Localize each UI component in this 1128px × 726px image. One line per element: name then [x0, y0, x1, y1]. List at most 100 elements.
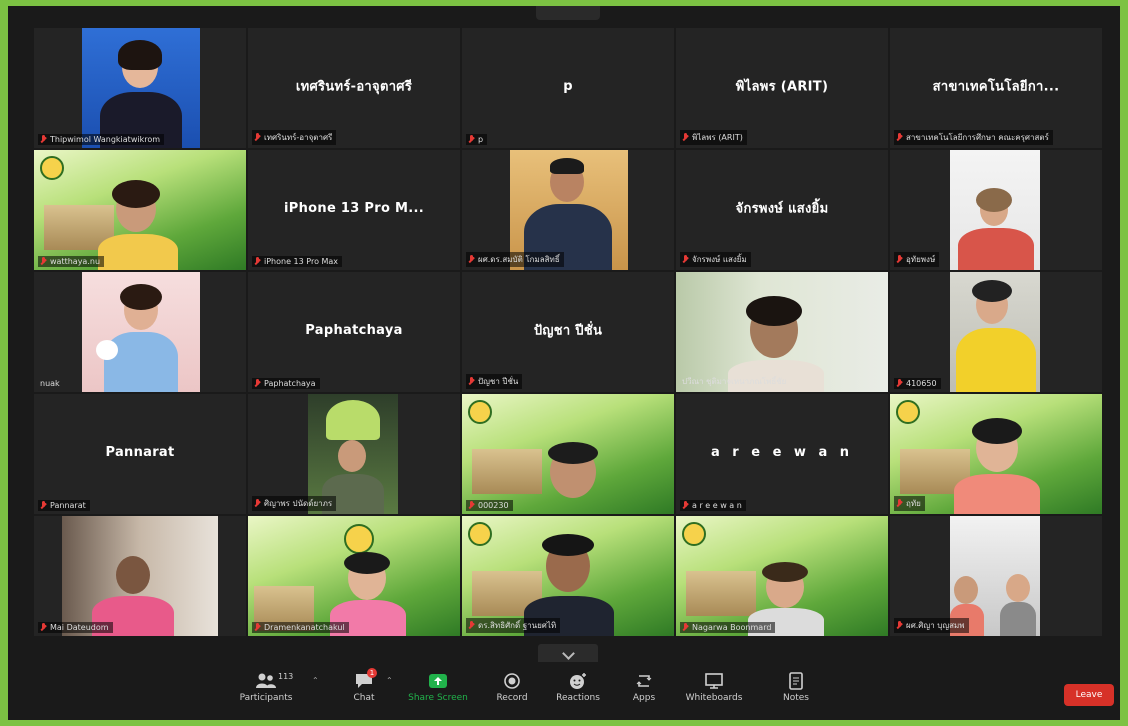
video-tile[interactable]: ศิญาพร ปนัดด์ยาภร	[248, 394, 460, 514]
participant-name-tag: Mai Dateudom	[38, 622, 113, 633]
participant-name-tag: Thipwimol Wangkiatwikrom	[38, 134, 165, 145]
video-tile[interactable]: ดร.สิทธิศักดิ์ ฐานยศไทิ	[462, 516, 674, 636]
video-tile[interactable]: watthaya.nu	[34, 150, 246, 270]
video-tile[interactable]: Dramenkanatchakul	[248, 516, 460, 636]
chat-badge: 1	[367, 668, 377, 678]
video-tile[interactable]: ผศ.ดร.สมบัติ โกมลสิทธิ์	[462, 150, 674, 270]
participant-display-name: เทศรินทร์-อาจุตาศรี	[295, 79, 413, 95]
participant-name-tag: Nagarwa Boonmard	[680, 622, 776, 633]
mic-muted-icon	[40, 623, 47, 632]
participant-name-tag: iPhone 13 Pro Max	[252, 256, 343, 267]
top-handle[interactable]	[536, 6, 600, 20]
participant-name-tag: 000230	[466, 500, 513, 511]
video-tile[interactable]: ปวีณา ชุติมาจเหนาภณโพธิ์ชัย	[676, 272, 888, 392]
participant-display-name: สาขาเทคโนโลยีกา...	[932, 79, 1060, 95]
record-button[interactable]: Record	[482, 672, 542, 703]
participant-name-tag: p	[466, 134, 488, 145]
video-tile[interactable]: 000230	[462, 394, 674, 514]
participant-name: ฤทัย	[906, 499, 921, 508]
participant-video	[248, 516, 460, 636]
video-tile[interactable]: Pannarat Pannarat	[34, 394, 246, 514]
participant-name-tag: ดร.สิทธิศักดิ์ ฐานยศไทิ	[466, 618, 561, 633]
video-tile[interactable]: iPhone 13 Pro M... iPhone 13 Pro Max	[248, 150, 460, 270]
reactions-label: Reactions	[556, 693, 600, 703]
notes-icon	[785, 672, 807, 690]
leave-button[interactable]: Leave	[1064, 684, 1114, 706]
meeting-toolbar: Participants 113 ⌃ 1 Chat ⌃ Share Screen…	[8, 662, 1120, 720]
participant-name: Nagarwa Boonmard	[692, 623, 772, 632]
participant-display-name: a r e e w a n	[710, 445, 853, 460]
participant-display-name: พิไลพร (ARIT)	[735, 79, 829, 95]
mic-muted-icon	[468, 501, 475, 510]
notes-button[interactable]: Notes	[766, 672, 826, 703]
video-tile[interactable]: จักรพงษ์ แสงยิ้ม จักรพงษ์ แสงยิ้ม	[676, 150, 888, 270]
apps-button[interactable]: Apps	[614, 672, 674, 703]
participant-name: อุทัยพงษ์	[906, 255, 936, 264]
chat-caret-icon[interactable]: ⌃	[386, 676, 393, 685]
participant-video	[950, 272, 1040, 392]
video-tile[interactable]: ฤทัย	[890, 394, 1102, 514]
participants-icon	[255, 672, 277, 690]
participant-name-tag: อุทัยพงษ์	[894, 252, 940, 267]
share-screen-icon	[427, 672, 449, 690]
mic-muted-icon	[468, 255, 475, 264]
video-tile[interactable]: a r e e w a n a r e e w a n	[676, 394, 888, 514]
mic-muted-icon	[254, 133, 261, 142]
share-screen-label: Share Screen	[408, 693, 468, 703]
meeting-window: Thipwimol Wangkiatwikrom เทศรินทร์-อาจุต…	[8, 6, 1120, 720]
video-tile[interactable]: 410650	[890, 272, 1102, 392]
notes-label: Notes	[783, 693, 809, 703]
video-tile[interactable]: เทศรินทร์-อาจุตาศรี เทศรินทร์-อาจุตาศรี	[248, 28, 460, 148]
participant-name-tag: ศิญาพร ปนัดด์ยาภร	[252, 496, 337, 511]
record-icon	[501, 672, 523, 690]
video-tile[interactable]: Nagarwa Boonmard	[676, 516, 888, 636]
participant-name: p	[478, 135, 484, 144]
mic-muted-icon	[682, 501, 689, 510]
participant-name: เทศรินทร์-อาจุตาศรี	[264, 133, 333, 142]
mic-muted-icon	[468, 135, 475, 144]
participant-name-tag: สาขาเทคโนโลยีการศึกษา คณะครุศาสตร์	[894, 130, 1053, 145]
mic-muted-icon	[468, 377, 475, 386]
participant-name-tag: เทศรินทร์-อาจุตาศรี	[252, 130, 337, 145]
mic-muted-icon	[682, 133, 689, 142]
video-tile[interactable]: ปัญชา ปีชั่น ปัญชา ปีชั่น	[462, 272, 674, 392]
video-tile[interactable]: p p	[462, 28, 674, 148]
share-screen-button[interactable]: Share Screen	[408, 672, 468, 703]
participant-name: a r e e w a n	[692, 501, 742, 510]
participant-display-name: Pannarat	[105, 445, 175, 460]
participants-count: 113	[278, 672, 294, 681]
participant-name: พิไลพร (ARIT)	[692, 133, 743, 142]
participant-name-tag: ผศ.ศิญา บุญสมพ	[894, 618, 969, 633]
participant-name: ปัญชา ปีชั่น	[478, 377, 519, 386]
participant-video	[82, 272, 200, 392]
participant-name-tag: a r e e w a n	[680, 500, 746, 511]
video-tile[interactable]: nuak	[34, 272, 246, 392]
video-tile[interactable]: Thipwimol Wangkiatwikrom	[34, 28, 246, 148]
participant-name-tag: ฤทัย	[894, 496, 925, 511]
participant-video	[62, 516, 218, 636]
whiteboard-icon	[703, 672, 725, 690]
chat-button[interactable]: 1 Chat	[334, 668, 394, 703]
mic-muted-icon	[254, 623, 261, 632]
participant-name: ผศ.ดร.สมบัติ โกมลสิทธิ์	[478, 255, 560, 264]
participant-name: Pannarat	[50, 501, 86, 510]
mic-muted-icon	[682, 623, 689, 632]
participant-video	[462, 394, 674, 514]
video-tile[interactable]: Mai Dateudom	[34, 516, 246, 636]
participant-name-tag: nuak	[38, 378, 64, 389]
participant-name-tag: Pannarat	[38, 500, 90, 511]
mic-muted-icon	[896, 499, 903, 508]
participant-name: ศิญาพร ปนัดด์ยาภร	[264, 499, 333, 508]
participant-name: Thipwimol Wangkiatwikrom	[50, 135, 161, 144]
participants-caret-icon[interactable]: ⌃	[312, 676, 319, 685]
video-tile[interactable]: ผศ.ศิญา บุญสมพ	[890, 516, 1102, 636]
reactions-button[interactable]: Reactions	[548, 672, 608, 703]
participant-name: ปวีณา ชุติมาจเหนาภณโพธิ์ชัย	[682, 377, 787, 386]
whiteboards-button[interactable]: Whiteboards	[684, 672, 744, 703]
video-tile[interactable]: อุทัยพงษ์	[890, 150, 1102, 270]
video-tile[interactable]: สาขาเทคโนโลยีกา... สาขาเทคโนโลยีการศึกษา…	[890, 28, 1102, 148]
mic-muted-icon	[896, 133, 903, 142]
participant-name: Mai Dateudom	[50, 623, 109, 632]
video-tile[interactable]: Paphatchaya Paphatchaya	[248, 272, 460, 392]
video-tile[interactable]: พิไลพร (ARIT) พิไลพร (ARIT)	[676, 28, 888, 148]
